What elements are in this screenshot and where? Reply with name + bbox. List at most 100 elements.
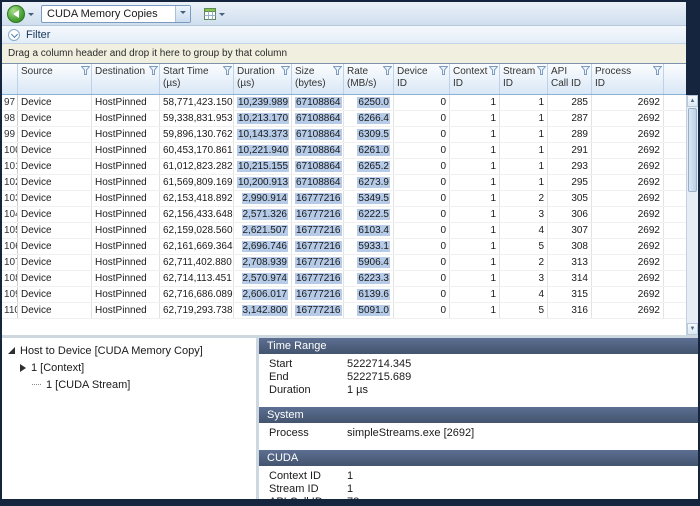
table-row[interactable]: 98DeviceHostPinned59,338,831.95310,213.1… xyxy=(2,111,686,127)
table-row[interactable]: 108DeviceHostPinned62,714,113.4512,570.9… xyxy=(2,271,686,287)
filter-icon[interactable] xyxy=(281,66,290,79)
cell-process_id: 2692 xyxy=(592,127,664,142)
cell-context_id: 1 xyxy=(450,255,500,270)
tree-item[interactable]: 1 [CUDA Stream] xyxy=(2,376,256,393)
cell-rate: 6273.9 xyxy=(344,175,394,190)
data-bar: 16777216 xyxy=(295,241,342,252)
cell-destination: HostPinned xyxy=(92,95,160,110)
column-label: Rate xyxy=(347,66,381,78)
table-row[interactable]: 106DeviceHostPinned62,161,669.3642,696.7… xyxy=(2,239,686,255)
filter-icon[interactable] xyxy=(149,66,158,79)
table-row[interactable]: 102DeviceHostPinned61,569,809.16910,200.… xyxy=(2,175,686,191)
data-bar: 6103.4 xyxy=(357,225,390,236)
filter-icon[interactable] xyxy=(223,66,232,79)
profiler-window: CUDA Memory Copies Filter Drag a column … xyxy=(0,0,700,506)
cell-stream_id: 1 xyxy=(500,111,548,126)
cell-api_call_id: 315 xyxy=(548,287,592,302)
back-arrow-icon xyxy=(13,10,19,18)
cell-size: 16777216 xyxy=(292,207,344,222)
bottom-panels: Host to Device [CUDA Memory Copy]1 [Cont… xyxy=(2,338,698,499)
details-section-body: ProcesssimpleStreams.exe [2692] xyxy=(259,423,698,443)
column-header-duration[interactable]: Duration(µs) xyxy=(234,64,292,94)
cell-context_id: 1 xyxy=(450,191,500,206)
filter-icon[interactable] xyxy=(439,66,448,79)
row-number: 97 xyxy=(2,95,18,110)
table-row[interactable]: 105DeviceHostPinned62,159,028.5602,621.5… xyxy=(2,223,686,239)
data-bar: 2,570.974 xyxy=(242,273,289,284)
cell-destination: HostPinned xyxy=(92,143,160,158)
table-row[interactable]: 99DeviceHostPinned59,896,130.76210,143.3… xyxy=(2,127,686,143)
column-header-start_time[interactable]: Start Time(µs) xyxy=(160,64,234,94)
cell-size: 16777216 xyxy=(292,287,344,302)
column-header-device_id[interactable]: DeviceID xyxy=(394,64,450,94)
cell-source: Device xyxy=(18,287,92,302)
scroll-up-button[interactable]: ▲ xyxy=(687,95,698,107)
chevron-down-icon xyxy=(180,11,186,17)
cell-process_id: 2692 xyxy=(592,287,664,302)
data-bar: 16777216 xyxy=(295,193,342,204)
table-row[interactable]: 101DeviceHostPinned61,012,823.28210,215.… xyxy=(2,159,686,175)
data-bar: 3,142.800 xyxy=(242,305,289,316)
column-label: Source xyxy=(21,66,79,78)
back-button[interactable] xyxy=(7,5,25,23)
tree-collapsed-icon[interactable] xyxy=(20,364,26,372)
column-header-stream_id[interactable]: StreamID xyxy=(500,64,548,94)
table-row[interactable]: 110DeviceHostPinned62,719,293.7383,142.8… xyxy=(2,303,686,319)
filter-icon[interactable] xyxy=(489,66,498,79)
table-row[interactable]: 97DeviceHostPinned58,771,423.15010,239.9… xyxy=(2,95,686,111)
cell-source: Device xyxy=(18,207,92,222)
table-row[interactable]: 103DeviceHostPinned62,153,418.8922,990.9… xyxy=(2,191,686,207)
filter-icon[interactable] xyxy=(537,66,546,79)
scrollbar-thumb[interactable] xyxy=(688,108,697,192)
data-bar: 67108864 xyxy=(295,113,342,124)
filter-icon[interactable] xyxy=(581,66,590,79)
data-bar: 6273.9 xyxy=(357,177,390,188)
row-number: 102 xyxy=(2,175,18,190)
table-row[interactable]: 107DeviceHostPinned62,711,402.8802,708.9… xyxy=(2,255,686,271)
cell-start_time: 62,153,418.892 xyxy=(160,191,234,206)
collapse-chevron-icon[interactable] xyxy=(8,29,20,41)
scrollbar-track[interactable] xyxy=(687,193,698,323)
column-header-api_call_id[interactable]: APICall ID xyxy=(548,64,592,94)
table-row[interactable]: 100DeviceHostPinned60,453,170.86110,221.… xyxy=(2,143,686,159)
tree-expanded-icon[interactable] xyxy=(8,347,15,354)
cell-destination: HostPinned xyxy=(92,287,160,302)
filter-expander[interactable]: Filter xyxy=(2,26,686,44)
tree-item[interactable]: 1 [Context] xyxy=(2,359,256,376)
column-header-destination[interactable]: Destination xyxy=(92,64,160,94)
cell-start_time: 62,161,669.364 xyxy=(160,239,234,254)
scroll-down-button[interactable]: ▼ xyxy=(687,323,698,335)
group-by-bar[interactable]: Drag a column header and drop it here to… xyxy=(2,44,686,64)
cell-source: Device xyxy=(18,303,92,318)
cell-rate: 6223.3 xyxy=(344,271,394,286)
tree-item[interactable]: Host to Device [CUDA Memory Copy] xyxy=(2,342,256,359)
back-history-dropdown-icon[interactable] xyxy=(28,13,34,19)
cell-source: Device xyxy=(18,127,92,142)
details-section-body: Start5222714.345End5222715.689Duration1 … xyxy=(259,354,698,400)
filter-icon[interactable] xyxy=(81,66,90,79)
data-bar: 16777216 xyxy=(295,273,342,284)
vertical-scrollbar[interactable]: ▲ ▼ xyxy=(686,95,698,335)
column-header-context_id[interactable]: ContextID xyxy=(450,64,500,94)
cell-device_id: 0 xyxy=(394,127,450,142)
cell-device_id: 0 xyxy=(394,271,450,286)
view-selector-dropdown-button[interactable] xyxy=(175,6,190,22)
column-header-process_id[interactable]: ProcessID xyxy=(592,64,664,94)
column-header-rate[interactable]: Rate(MB/s) xyxy=(344,64,394,94)
column-header-size[interactable]: Size(bytes) xyxy=(292,64,344,94)
cell-device_id: 0 xyxy=(394,207,450,222)
cell-rate: 5349.5 xyxy=(344,191,394,206)
column-header-source[interactable]: Source xyxy=(18,64,92,94)
filter-icon[interactable] xyxy=(333,66,342,79)
filter-icon[interactable] xyxy=(383,66,392,79)
grid-header: Source DestinationStart Time(µs)Duration(… xyxy=(2,64,686,95)
cell-destination: HostPinned xyxy=(92,223,160,238)
filter-icon[interactable] xyxy=(653,66,662,79)
table-row[interactable]: 109DeviceHostPinned62,716,686.0892,606.0… xyxy=(2,287,686,303)
view-selector-combobox[interactable]: CUDA Memory Copies xyxy=(41,5,191,23)
cell-rate: 6261.0 xyxy=(344,143,394,158)
cell-destination: HostPinned xyxy=(92,111,160,126)
cell-size: 16777216 xyxy=(292,271,344,286)
table-row[interactable]: 104DeviceHostPinned62,156,433.6482,571.3… xyxy=(2,207,686,223)
layout-options-button[interactable] xyxy=(200,6,228,22)
